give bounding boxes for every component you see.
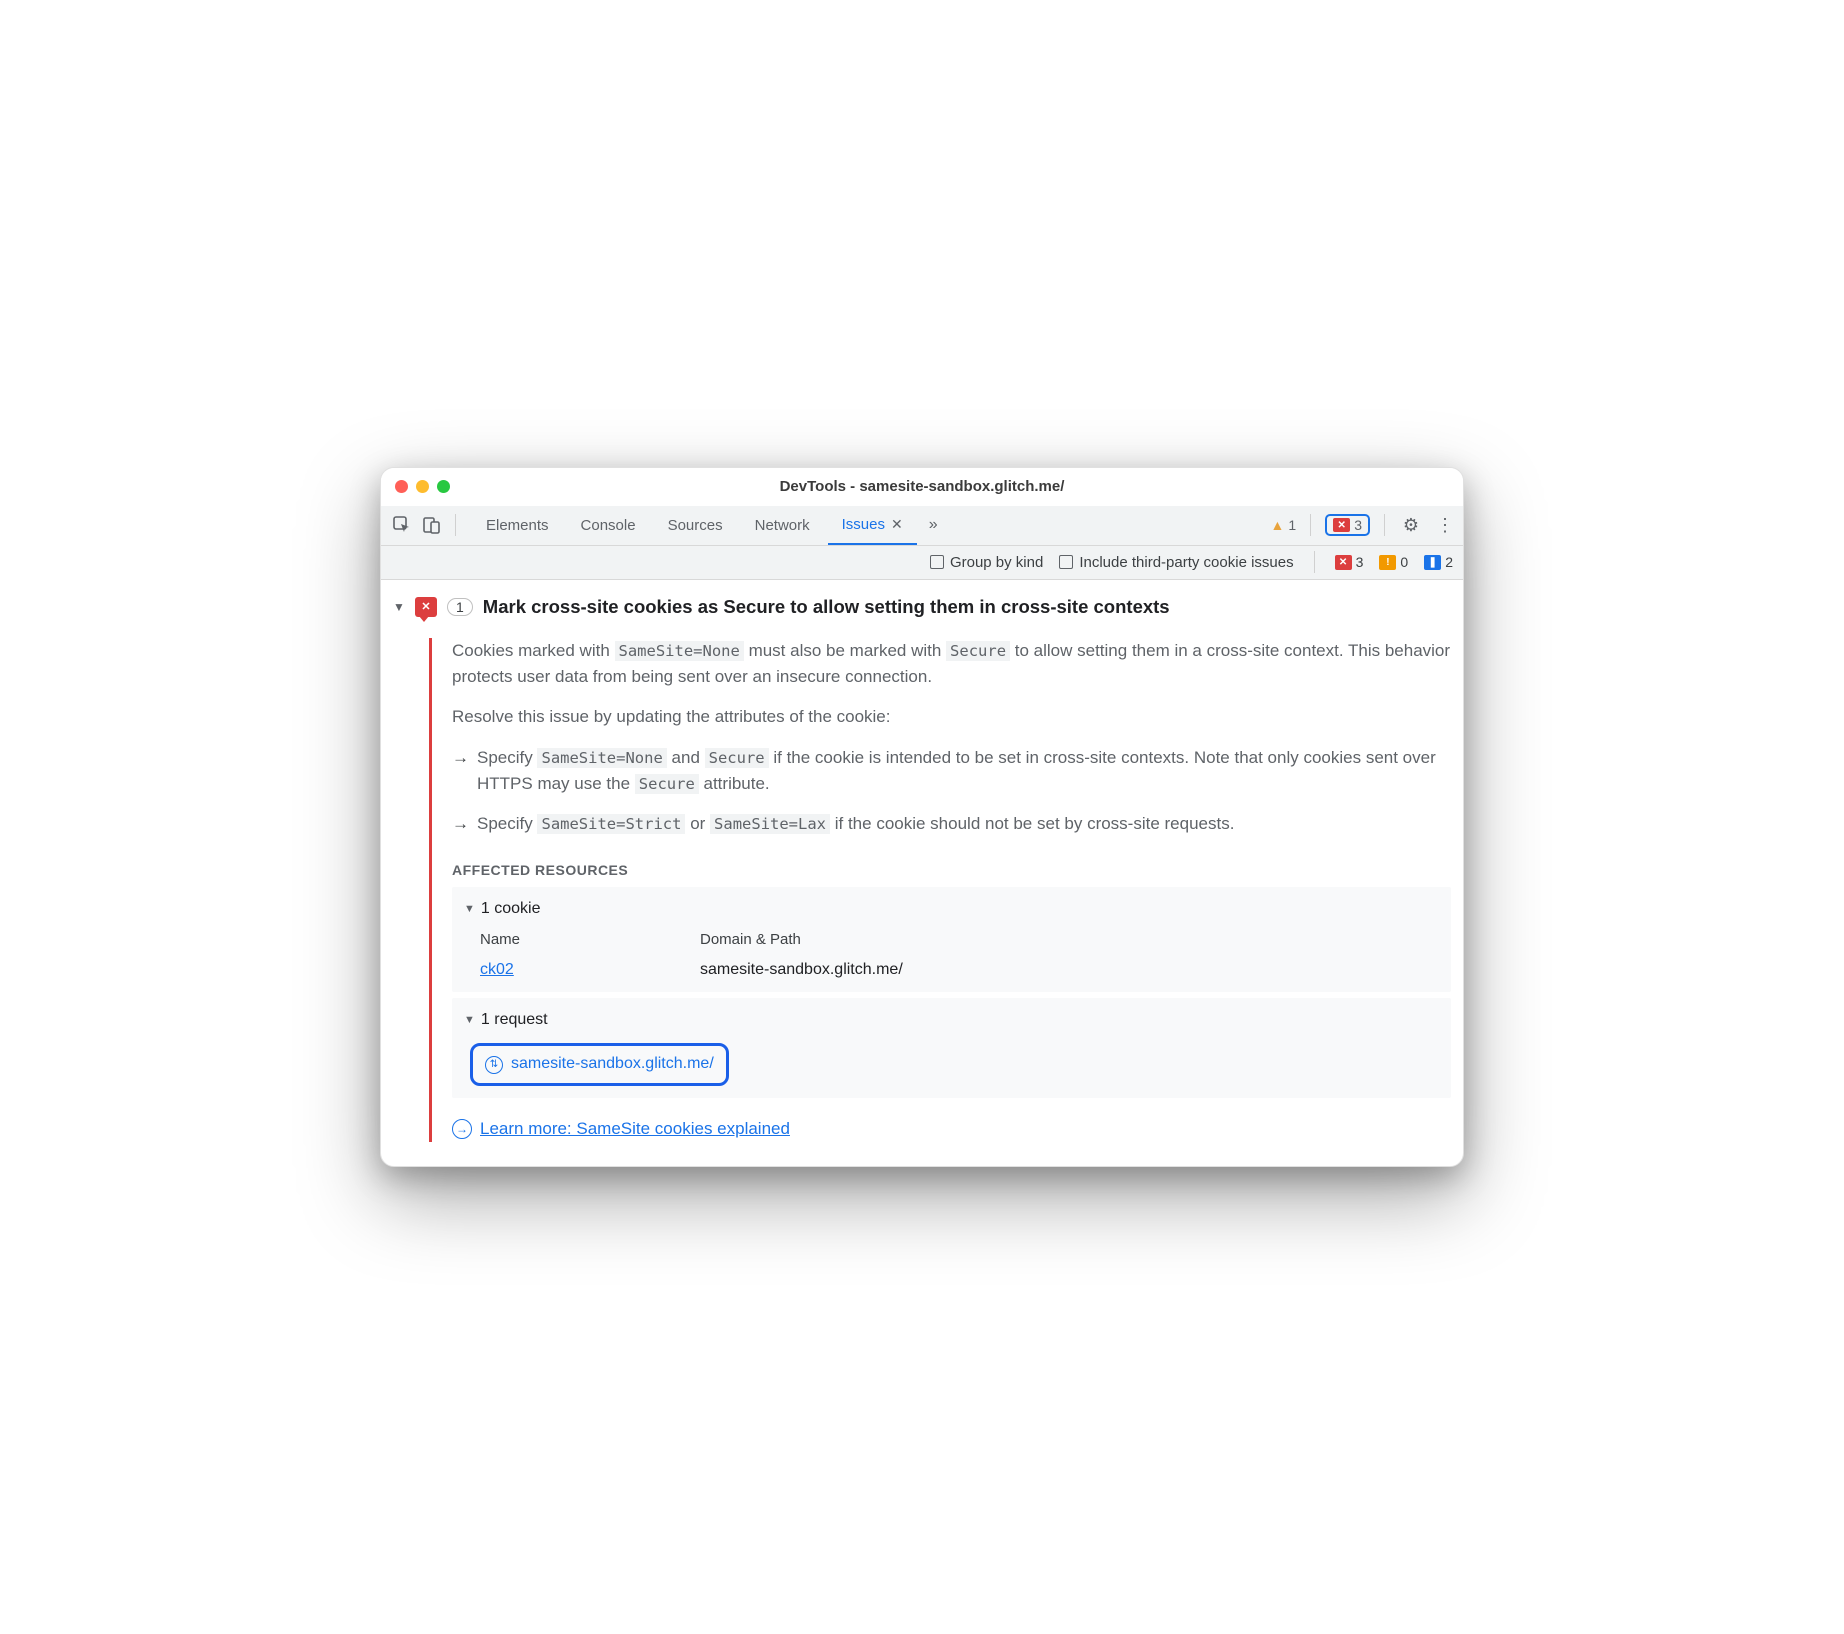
tab-label: Elements	[486, 517, 549, 534]
divider	[1314, 551, 1315, 573]
code-literal: SameSite=None	[615, 641, 744, 661]
more-tabs-icon[interactable]: »	[921, 516, 946, 534]
issue-suggestion-2: → Specify SameSite=Strict or SameSite=La…	[452, 811, 1451, 837]
message-stat-count: 2	[1445, 554, 1453, 570]
include-third-party-checkbox[interactable]: Include third-party cookie issues	[1059, 554, 1293, 571]
expand-icon[interactable]: ▼	[393, 600, 405, 614]
window-zoom-icon[interactable]	[437, 480, 450, 493]
tab-sources[interactable]: Sources	[654, 505, 737, 545]
issue-description-1: Cookies marked with SameSite=None must a…	[452, 638, 1451, 691]
window-minimize-icon[interactable]	[416, 480, 429, 493]
toggle-device-icon[interactable]	[421, 514, 443, 536]
divider	[1384, 514, 1385, 536]
issue-description-2: Resolve this issue by updating the attri…	[452, 704, 1451, 730]
arrow-icon: →	[452, 745, 469, 798]
window-close-icon[interactable]	[395, 480, 408, 493]
tab-label: Console	[581, 517, 636, 534]
affected-cookies-block: ▼ 1 cookie Name Domain & Path ck02 sames…	[452, 887, 1451, 992]
warning-count: 1	[1288, 517, 1296, 533]
issue-suggestion-1: → Specify SameSite=None and Secure if th…	[452, 745, 1451, 798]
errors-badge[interactable]: ✕ 3	[1325, 514, 1370, 536]
expand-icon[interactable]: ▼	[464, 901, 475, 918]
close-tab-icon[interactable]: ✕	[891, 516, 903, 533]
settings-icon[interactable]: ⚙	[1399, 515, 1423, 536]
checkbox-label: Group by kind	[950, 554, 1043, 571]
error-type-icon	[415, 597, 437, 617]
affected-requests-block: ▼ 1 request ⇅ samesite-sandbox.glitch.me…	[452, 998, 1451, 1098]
issue-count-badge: 1	[447, 598, 473, 616]
checkbox-icon	[930, 555, 944, 569]
cookie-count-label: 1 cookie	[481, 897, 541, 922]
cookie-name-link[interactable]: ck02	[480, 961, 514, 978]
more-menu-icon[interactable]: ⋮	[1433, 515, 1457, 536]
window-title: DevTools - samesite-sandbox.glitch.me/	[381, 478, 1463, 495]
request-url: samesite-sandbox.glitch.me/	[511, 1052, 714, 1077]
code-literal: SameSite=Strict	[537, 814, 685, 834]
issues-panel: ▼ 1 Mark cross-site cookies as Secure to…	[381, 580, 1463, 1167]
arrow-icon: →	[452, 811, 469, 837]
code-literal: Secure	[946, 641, 1010, 661]
message-icon: ❚	[1424, 555, 1441, 570]
tab-elements[interactable]: Elements	[472, 505, 563, 545]
affected-resources-label: AFFECTED RESOURCES	[452, 860, 1451, 882]
open-external-icon: →	[452, 1119, 472, 1139]
checkbox-icon	[1059, 555, 1073, 569]
expand-icon[interactable]: ▼	[464, 1012, 475, 1029]
warning-icon: !	[1379, 555, 1396, 570]
issue-body: Cookies marked with SameSite=None must a…	[429, 638, 1451, 1143]
warning-stat-count: 0	[1400, 554, 1408, 570]
message-stat[interactable]: ❚2	[1424, 554, 1453, 570]
group-by-kind-checkbox[interactable]: Group by kind	[930, 554, 1043, 571]
warning-stat[interactable]: !0	[1379, 554, 1408, 570]
code-literal: SameSite=None	[537, 748, 666, 768]
devtools-window: DevTools - samesite-sandbox.glitch.me/ E…	[380, 467, 1464, 1168]
code-literal: Secure	[705, 748, 769, 768]
affected-cookies-header[interactable]: ▼ 1 cookie	[464, 897, 1439, 922]
tab-label: Issues	[842, 516, 885, 533]
affected-request-link[interactable]: ⇅ samesite-sandbox.glitch.me/	[470, 1043, 729, 1086]
network-icon: ⇅	[485, 1056, 503, 1074]
col-name: Name	[480, 928, 700, 951]
error-icon: ✕	[1333, 518, 1350, 532]
issue-header[interactable]: ▼ 1 Mark cross-site cookies as Secure to…	[393, 590, 1451, 628]
code-literal: SameSite=Lax	[710, 814, 830, 834]
titlebar: DevTools - samesite-sandbox.glitch.me/	[381, 468, 1463, 506]
request-count-label: 1 request	[481, 1008, 548, 1033]
learn-more-link[interactable]: → Learn more: SameSite cookies explained	[452, 1116, 1451, 1142]
col-domain-path: Domain & Path	[700, 928, 1439, 951]
error-count: 3	[1354, 517, 1362, 533]
tab-console[interactable]: Console	[567, 505, 650, 545]
divider	[455, 514, 456, 536]
learn-more-text[interactable]: Learn more: SameSite cookies explained	[480, 1116, 790, 1142]
code-literal: Secure	[635, 774, 699, 794]
tab-label: Sources	[668, 517, 723, 534]
tab-network[interactable]: Network	[741, 505, 824, 545]
checkbox-label: Include third-party cookie issues	[1079, 554, 1293, 571]
main-tabs: Elements Console Sources Network Issues …	[381, 506, 1463, 546]
affected-requests-header[interactable]: ▼ 1 request	[464, 1008, 1439, 1033]
tab-issues[interactable]: Issues ✕	[828, 505, 917, 545]
error-icon: ✕	[1335, 555, 1352, 570]
issue-title: Mark cross-site cookies as Secure to all…	[483, 596, 1170, 618]
window-controls	[381, 480, 450, 493]
cookie-domain-value: samesite-sandbox.glitch.me/	[700, 958, 1439, 983]
error-stat-count: 3	[1356, 554, 1364, 570]
error-stat[interactable]: ✕3	[1335, 554, 1364, 570]
tab-label: Network	[755, 517, 810, 534]
warning-icon: ▲	[1271, 517, 1285, 533]
inspect-element-icon[interactable]	[391, 514, 413, 536]
issues-options-bar: Group by kind Include third-party cookie…	[381, 546, 1463, 580]
warnings-badge[interactable]: ▲ 1	[1271, 517, 1297, 533]
divider	[1310, 514, 1311, 536]
